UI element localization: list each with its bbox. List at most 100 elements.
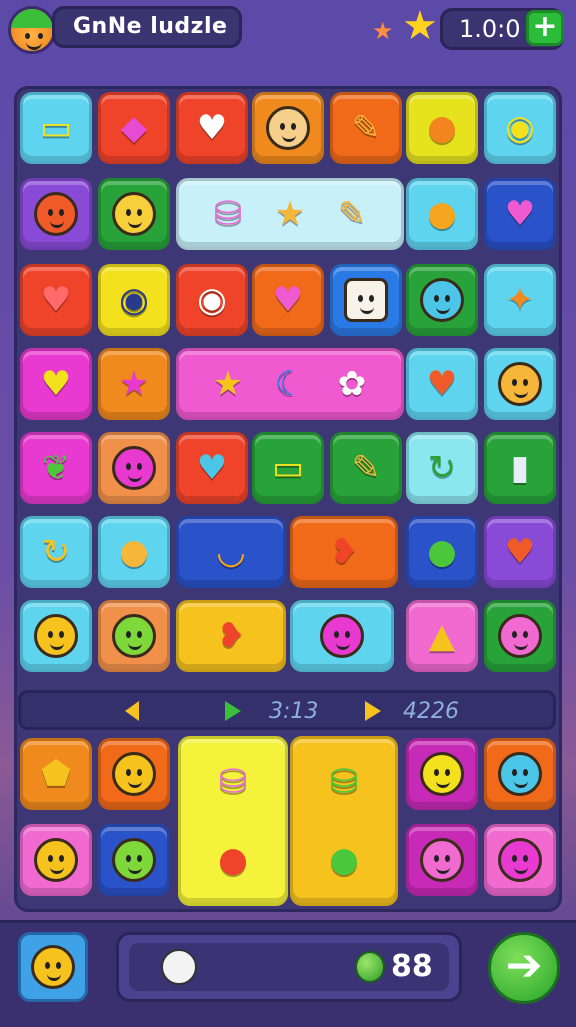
score-panel: 88 <box>116 932 462 1002</box>
tile-cat-face[interactable] <box>20 824 92 896</box>
pencil-icon: ✎ <box>337 194 367 234</box>
lemon-icon: ● <box>119 532 149 572</box>
tile-blue-heart[interactable]: ♥ <box>176 432 248 504</box>
heart-icon: ♥ <box>40 280 72 320</box>
star-icon-small: ★ <box>372 17 394 45</box>
tile-hat-face[interactable] <box>98 178 170 250</box>
cat-face-icon <box>34 838 78 882</box>
heart-icon: ♥ <box>426 364 458 404</box>
player-avatar[interactable] <box>8 6 56 54</box>
add-coins-button[interactable]: + <box>526 10 564 46</box>
star-icon: ✦ <box>505 280 535 320</box>
tile-purple-heart[interactable]: ♥ <box>484 516 556 588</box>
tile-red-hat[interactable] <box>484 600 556 672</box>
play-icon[interactable] <box>225 701 241 721</box>
status-bar: 3:13 4226 <box>18 690 556 730</box>
tile-basket-large[interactable]: ◡ <box>176 516 286 588</box>
tile-blue-face[interactable] <box>484 738 556 810</box>
cap-face-icon <box>112 752 156 796</box>
moon-icon: ☾ <box>274 364 306 404</box>
tile-onion-face[interactable] <box>252 92 324 164</box>
tile-green-face[interactable] <box>98 600 170 672</box>
coin-amount: 1.0:0 <box>459 15 521 43</box>
tile-blue-ball[interactable] <box>406 264 478 336</box>
tile-lemon[interactable]: ● <box>98 516 170 588</box>
tile-pink-ball[interactable] <box>484 824 556 896</box>
character-button[interactable] <box>18 932 88 1002</box>
fish-icon: ❥ <box>216 616 246 656</box>
pumpkin-icon: ● <box>427 194 457 234</box>
tile-sunflower[interactable] <box>484 348 556 420</box>
tile-orange[interactable]: ● <box>406 92 478 164</box>
next-arrow-button[interactable]: ➔ <box>488 932 560 1004</box>
blue-face-icon <box>498 752 542 796</box>
tile-green-swirl[interactable]: ↻ <box>406 432 478 504</box>
tile-pink-star[interactable]: ★ <box>98 348 170 420</box>
tile-phone[interactable]: ▮ <box>484 432 556 504</box>
cheese-icon: ▲ <box>428 616 456 656</box>
tile-green-basket[interactable]: ▭ <box>252 432 324 504</box>
pot-icon: ⛁ <box>218 762 248 802</box>
tile-pumpkin[interactable]: ● <box>406 178 478 250</box>
tile-cyan-swirl[interactable]: ↻ <box>20 516 92 588</box>
star-shape-icon: ★ <box>274 194 306 234</box>
tile-eye[interactable]: ◉ <box>484 92 556 164</box>
pot-icon: ⛁ <box>329 762 359 802</box>
tile-pot-column-orange[interactable]: ⛁ ● <box>290 736 398 906</box>
tile-pink-blob[interactable] <box>98 432 170 504</box>
tile-basket[interactable]: ▭ <box>20 92 92 164</box>
tile-fish[interactable]: ❥ <box>290 516 398 588</box>
tile-pot-column-yellow[interactable]: ⛁ ● <box>178 736 288 906</box>
tile-heart[interactable]: ♥ <box>176 92 248 164</box>
tile-heart-arrow[interactable]: ♥ <box>484 178 556 250</box>
cap-face-icon <box>420 752 464 796</box>
orange-icon: ● <box>427 108 457 148</box>
tile-magenta-bird[interactable] <box>406 824 478 896</box>
pot-icon: ⛁ <box>213 194 243 234</box>
tile-orange-shield[interactable]: ⬟ <box>20 738 92 810</box>
sun-face-icon <box>498 362 542 406</box>
tile-yellow-eye[interactable]: ◉ <box>98 264 170 336</box>
tile-marshmallow[interactable] <box>330 264 402 336</box>
blob-face-icon <box>112 446 156 490</box>
tile-red-fish[interactable]: ❥ <box>176 600 286 672</box>
tile-pink-heart[interactable]: ♥ <box>252 264 324 336</box>
tile-diamond[interactable]: ◆ <box>98 92 170 164</box>
monster-face-icon <box>320 614 364 658</box>
tile-orange-heart[interactable]: ♥ <box>406 348 478 420</box>
tile-orange-star[interactable]: ✦ <box>484 264 556 336</box>
hat-face-icon <box>498 614 542 658</box>
ball-face-icon <box>420 278 464 322</box>
tile-carrot[interactable]: ✎ <box>330 92 402 164</box>
apple-icon: ● <box>329 840 359 880</box>
game-title: GnNe ludzle <box>52 6 242 48</box>
tile-green-monster[interactable] <box>98 824 170 896</box>
marshmallow-face-icon <box>344 278 388 322</box>
tile-lemon-face[interactable] <box>20 600 92 672</box>
bird-face-icon <box>420 838 464 882</box>
leaf-icon: ❦ <box>41 448 71 488</box>
tile-combo-star-moon-ghost[interactable]: ★ ☾ ✿ <box>176 348 404 420</box>
heart-arrow-icon: ♥ <box>504 194 536 234</box>
heart-icon: ♥ <box>504 532 536 572</box>
tile-egg-eye[interactable]: ◉ <box>176 264 248 336</box>
arrow-left-icon[interactable] <box>125 701 139 721</box>
tile-cheese[interactable]: ▲ <box>406 600 478 672</box>
tile-pink-monster[interactable] <box>290 600 394 672</box>
tile-yellow-heart[interactable]: ♥ <box>20 348 92 420</box>
tile-combo-pot-star-carrot[interactable]: ⛁ ★ ✎ <box>176 178 404 250</box>
swirl-icon: ↻ <box>427 448 457 488</box>
eye-icon: ◉ <box>119 280 149 320</box>
basket-icon: ▭ <box>39 108 73 148</box>
tile-magenta-capface[interactable] <box>406 738 478 810</box>
cat-face-icon <box>31 945 75 989</box>
hat-face-icon <box>112 192 156 236</box>
tile-green-apple[interactable]: ● <box>406 516 478 588</box>
tile-leaf[interactable]: ❦ <box>20 432 92 504</box>
tile-cap-face[interactable] <box>98 738 170 810</box>
tile-red-heart[interactable]: ♥ <box>20 264 92 336</box>
arrow-right-icon[interactable] <box>365 701 381 721</box>
tile-sun[interactable] <box>20 178 92 250</box>
tile-green-pencil[interactable]: ✎ <box>330 432 402 504</box>
smiley-icon <box>161 949 197 985</box>
